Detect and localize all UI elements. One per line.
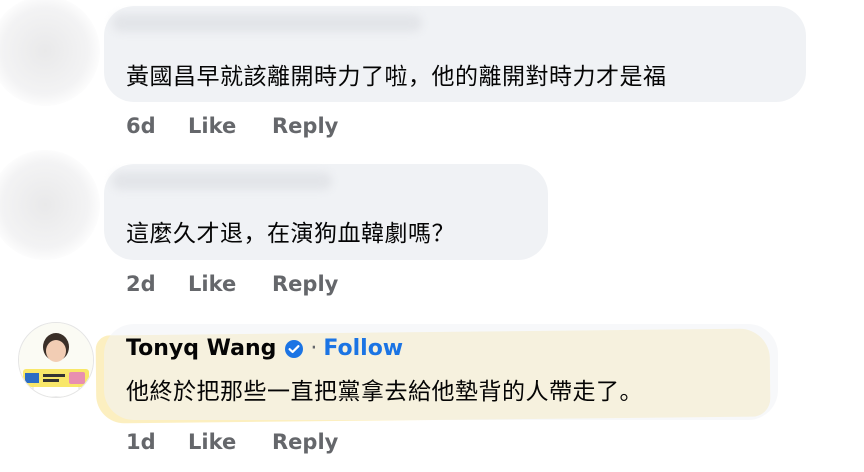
comment-timestamp: 1d	[126, 430, 156, 454]
comment-actions: 6d Like Reply	[126, 114, 338, 138]
like-button[interactable]: Like	[188, 430, 272, 454]
author-name-link[interactable]: Tonyq Wang	[126, 336, 276, 361]
comment-text: 這麼久才退，在演狗血韓劇嗎？	[126, 221, 455, 247]
blurred-avatar	[0, 0, 100, 106]
comment-actions: 2d Like Reply	[126, 272, 338, 296]
avatar[interactable]	[18, 322, 94, 398]
verified-check-icon	[284, 339, 304, 359]
follow-button[interactable]: Follow	[323, 336, 403, 361]
separator-dot: ·	[310, 336, 318, 361]
reply-button[interactable]: Reply	[272, 430, 338, 454]
comment-timestamp: 6d	[126, 114, 156, 138]
like-button[interactable]: Like	[188, 272, 272, 296]
comment-text: 他終於把那些一直把黨拿去給他墊背的人帶走了。	[126, 379, 643, 405]
comment-actions: 1d Like Reply	[126, 430, 338, 454]
avatar-image	[19, 323, 93, 397]
reply-button[interactable]: Reply	[272, 114, 338, 138]
comment-text: 黃國昌早就該離開時力了啦，他的離開對時力才是福	[126, 64, 667, 90]
reply-button[interactable]: Reply	[272, 272, 338, 296]
redacted-author-name	[112, 14, 422, 32]
comment-thread: 黃國昌早就該離開時力了啦，他的離開對時力才是福 6d Like Reply 這麼…	[0, 0, 864, 472]
comment-author-row: Tonyq Wang · Follow	[126, 336, 403, 361]
blurred-avatar	[0, 150, 100, 260]
like-button[interactable]: Like	[188, 114, 272, 138]
redacted-author-name	[112, 172, 332, 190]
comment-timestamp: 2d	[126, 272, 156, 296]
